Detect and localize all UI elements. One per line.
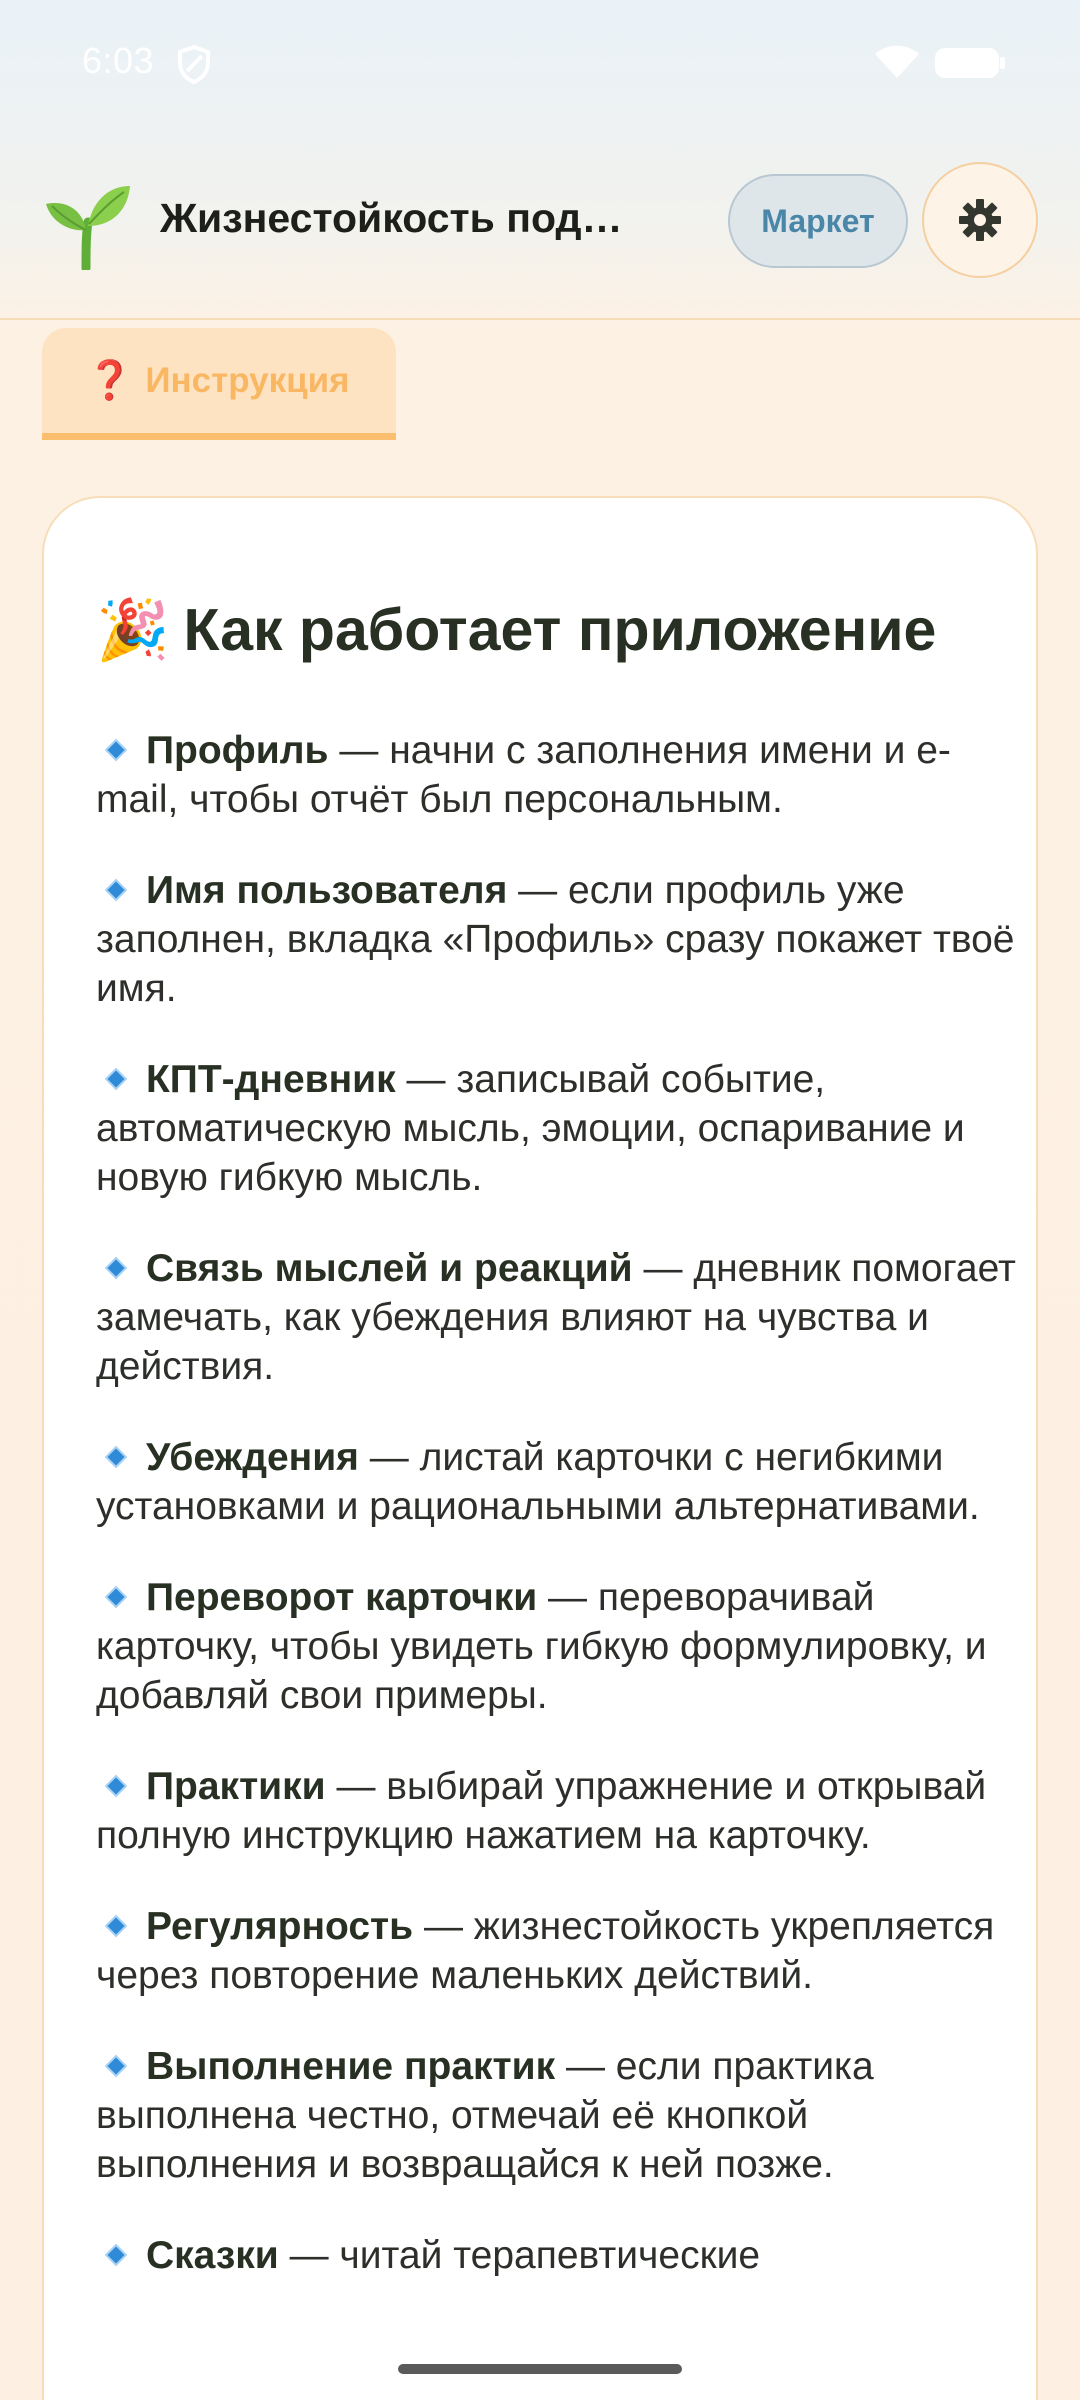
blue-diamond-icon xyxy=(107,1588,125,1606)
status-bar: 6:03 xyxy=(0,0,1080,130)
status-time: 6:03 xyxy=(82,40,155,81)
market-button[interactable]: Маркет xyxy=(728,174,908,268)
card-title: 🎉 Как работает приложение xyxy=(96,596,1016,665)
tab-label: Инструкция xyxy=(145,360,350,400)
blue-diamond-icon xyxy=(107,1259,125,1277)
item-term: КПТ-дневник xyxy=(146,1058,396,1101)
item-term: Имя пользователя xyxy=(146,869,508,912)
blue-diamond-icon xyxy=(107,1777,125,1795)
list-item: Сказки — читай терапевтические xyxy=(96,2231,1016,2280)
blue-diamond-icon xyxy=(107,881,125,899)
list-item: Профиль — начни с заполнения имени и e-m… xyxy=(96,726,1016,824)
item-term: Связь мыслей и реакций xyxy=(146,1247,633,1290)
app-header: Жизнестойкость подростка Маркет xyxy=(0,130,1080,320)
blue-diamond-icon xyxy=(107,1070,125,1088)
settings-button[interactable] xyxy=(922,162,1038,278)
list-item: Переворот карточки — переворачивай карто… xyxy=(96,1573,1016,1720)
question-icon: ❓ xyxy=(86,359,134,402)
instructions-card: 🎉 Как работает приложение Профиль — начни… xyxy=(42,496,1038,2400)
item-term: Сказки xyxy=(146,2234,279,2277)
item-term: Переворот карточки xyxy=(146,1576,538,1619)
blue-diamond-icon xyxy=(107,1448,125,1466)
blue-diamond-icon xyxy=(107,741,125,759)
list-item: Имя пользователя — если профиль уже запо… xyxy=(96,866,1016,1013)
item-term: Убеждения xyxy=(146,1436,359,1479)
home-indicator[interactable] xyxy=(398,2364,682,2374)
tab-instructions[interactable]: ❓ Инструкция xyxy=(42,328,396,440)
list-item: КПТ-дневник — записывай событие, автомат… xyxy=(96,1055,1016,1202)
card-title-text: Как работает приложение xyxy=(183,597,937,663)
instructions-list: Профиль — начни с заполнения имени и e-m… xyxy=(96,726,1016,2322)
list-item: Выполнение практик — если практика выпол… xyxy=(96,2042,1016,2189)
blue-diamond-icon xyxy=(107,2246,125,2264)
list-item: Практики — выбирай упражнение и открывай… xyxy=(96,1762,1016,1860)
item-term: Профиль xyxy=(146,729,329,772)
blue-diamond-icon xyxy=(107,2057,125,2075)
list-item: Регулярность — жизнестойкость укрепляетс… xyxy=(96,1902,1016,2000)
shield-icon xyxy=(178,44,210,84)
app-title: Жизнестойкость подростка xyxy=(160,195,640,241)
item-term: Практики xyxy=(146,1765,326,1808)
item-term: Выполнение практик xyxy=(146,2045,556,2088)
seedling-icon xyxy=(46,186,130,270)
wifi-icon xyxy=(875,45,919,78)
list-item: Убеждения — листай карточки с негибкими … xyxy=(96,1433,1016,1531)
blue-diamond-icon xyxy=(107,1917,125,1935)
battery-icon xyxy=(935,48,1005,78)
item-text: — читай терапевтические xyxy=(278,2234,761,2277)
list-item: Связь мыслей и реакций — дневник помогае… xyxy=(96,1244,1016,1391)
gear-icon xyxy=(959,199,1001,241)
party-popper-icon: 🎉 xyxy=(96,597,170,663)
item-term: Регулярность xyxy=(146,1905,414,1948)
